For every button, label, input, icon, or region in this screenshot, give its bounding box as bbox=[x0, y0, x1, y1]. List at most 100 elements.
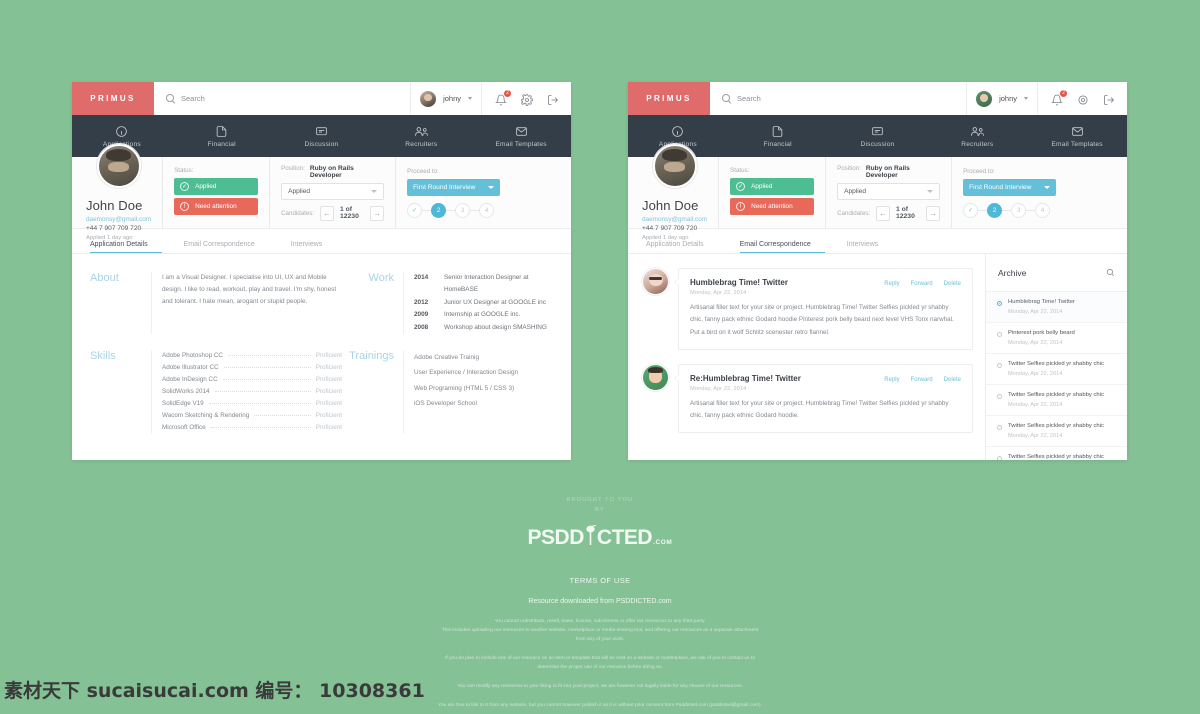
work-item: 2008 Workshop about design SMASHING bbox=[414, 322, 553, 334]
terms-paragraph-2: If you do plan to include one of our res… bbox=[0, 654, 1200, 672]
tab-interviews[interactable]: Interviews bbox=[291, 241, 337, 253]
archive-item[interactable]: Pinterest pork belly beard Monday, Apr 22… bbox=[986, 323, 1127, 354]
terms-line: from any of your work. bbox=[575, 637, 625, 642]
chevron-down-icon bbox=[1024, 97, 1028, 100]
nav-item-discussion[interactable]: Discussion bbox=[828, 115, 928, 157]
notification-badge: 2 bbox=[1060, 89, 1067, 97]
work-desc: Junior UX Designer at GOOGLE inc bbox=[444, 298, 546, 306]
logout-icon[interactable] bbox=[1103, 93, 1115, 105]
search-bar[interactable]: Search bbox=[710, 82, 968, 115]
skill-name: Adobe Photoshop CC bbox=[162, 352, 223, 360]
work-heading: Work bbox=[368, 272, 394, 284]
tab-application-details[interactable]: Application Details bbox=[646, 241, 718, 253]
nav-item-email-templates[interactable]: Email Templates bbox=[1027, 115, 1127, 157]
application-details-window: PRIMUS Search johny 2 Financial Discussi… bbox=[72, 82, 571, 460]
archive-item[interactable]: Twitter Selfies pickled yr shabby chicMo… bbox=[986, 416, 1127, 447]
search-bar[interactable]: Search bbox=[154, 82, 412, 115]
status-caption: Status: bbox=[174, 167, 194, 174]
skill-level: Proficient bbox=[315, 352, 342, 360]
stage-select-value: Applied bbox=[844, 187, 867, 195]
forward-link[interactable]: Forward bbox=[911, 377, 933, 383]
delete-link[interactable]: Delete bbox=[944, 281, 961, 287]
candidate-phone: +44 7 907 709 720 bbox=[642, 225, 698, 232]
archive-item[interactable]: Twitter Selfies pickled yr shabby chicMo… bbox=[986, 354, 1127, 385]
nav-item-financial[interactable]: Financial bbox=[172, 115, 272, 157]
step-1[interactable]: ✓ bbox=[407, 202, 423, 218]
step-4[interactable]: 4 bbox=[479, 202, 495, 218]
tab-email-correspondence[interactable]: Email Correspondence bbox=[184, 241, 269, 253]
position-cell: Position: Ruby on Rails Developer Applie… bbox=[825, 157, 951, 228]
step-2[interactable]: 2 bbox=[987, 202, 1003, 218]
status-applied-button[interactable]: ✓ Applied bbox=[730, 178, 815, 195]
terms-heading: TERMS OF USE bbox=[569, 575, 631, 585]
tab-email-correspondence[interactable]: Email Correspondence bbox=[739, 241, 825, 253]
logout-icon[interactable] bbox=[547, 93, 559, 105]
skills-block: Skills Adobe Photoshop CC Proficient Adob… bbox=[90, 350, 342, 435]
archive-item[interactable]: Humblebrag Time! Twitter Monday, Apr 22, … bbox=[986, 292, 1127, 323]
proceed-caption: Proceed to: bbox=[963, 167, 995, 175]
work-item: 2014 Senior Interaction Designer at HomeB… bbox=[414, 272, 553, 297]
status-attention-button[interactable]: ! Need attention bbox=[174, 198, 259, 215]
mail-body: Artisanal filler text for your site or p… bbox=[690, 304, 954, 336]
gear-icon[interactable] bbox=[1077, 93, 1089, 105]
archive-item[interactable]: Twitter Selfies pickled yr shabby chicMo… bbox=[986, 385, 1127, 416]
psddicted-logo: PSDD CTED .COM bbox=[528, 522, 673, 550]
training-item: Web Programing (HTML 5 / CSS 3) bbox=[414, 384, 515, 392]
prev-candidate-button[interactable]: ← bbox=[320, 205, 334, 221]
leader-dots bbox=[210, 426, 311, 428]
nav-item-discussion[interactable]: Discussion bbox=[272, 115, 372, 157]
step-3[interactable]: 3 bbox=[455, 202, 471, 218]
tab-interviews[interactable]: Interviews bbox=[847, 241, 893, 253]
page-root: PRIMUS Search johny 2 Financial Discussi… bbox=[0, 0, 1200, 714]
step-link bbox=[1026, 209, 1036, 211]
nav-item-email-templates[interactable]: Email Templates bbox=[471, 115, 571, 157]
stage-select[interactable]: Applied bbox=[281, 182, 385, 200]
proceed-select[interactable]: First Round Interview bbox=[407, 178, 501, 196]
next-candidate-button[interactable]: → bbox=[926, 205, 941, 221]
delete-link[interactable]: Delete bbox=[944, 377, 961, 383]
user-menu[interactable]: johny bbox=[411, 82, 482, 115]
next-candidate-button[interactable]: → bbox=[370, 205, 385, 221]
training-item: User Experience / Interaction Design bbox=[414, 369, 519, 377]
nav-item-financial[interactable]: Financial bbox=[728, 115, 828, 157]
bell-icon[interactable]: 2 bbox=[495, 89, 511, 105]
status-applied-button[interactable]: ✓ Applied bbox=[174, 178, 259, 195]
step-2[interactable]: 2 bbox=[431, 202, 447, 218]
archive-date: Monday, Apr 22, 2014 bbox=[1008, 339, 1063, 346]
candidate-email[interactable]: daemonsy@gmail.com bbox=[86, 216, 151, 223]
archive-item[interactable]: Twitter Selfies pickled yr shabby chicMo… bbox=[986, 447, 1127, 460]
work-year: 2012 bbox=[414, 298, 429, 306]
step-link bbox=[978, 209, 988, 211]
bell-icon[interactable]: 2 bbox=[1051, 89, 1067, 105]
leader-dots bbox=[227, 354, 311, 356]
step-3[interactable]: 3 bbox=[1011, 202, 1027, 218]
gear-icon[interactable] bbox=[521, 93, 533, 106]
candidate-email[interactable]: daemonsy@gmail.com bbox=[642, 216, 707, 223]
forward-link[interactable]: Forward bbox=[911, 281, 933, 287]
status-attention-button[interactable]: ! Need attention bbox=[730, 198, 815, 215]
archive-search-icon[interactable] bbox=[1106, 264, 1115, 282]
user-menu[interactable]: johny bbox=[967, 82, 1038, 115]
reply-link[interactable]: Reply bbox=[884, 377, 899, 383]
mail-message: Re:Humblebrag Time! Twitter Reply Forwar… bbox=[642, 363, 973, 434]
mail-subject: Humblebrag Time! Twitter bbox=[690, 278, 788, 287]
archive-panel: Archive Humblebrag Time! Twitter Monday, … bbox=[985, 254, 1127, 460]
email-correspondence-window: PRIMUS Search johny 2 Financial Discussi… bbox=[628, 82, 1127, 460]
trainings-heading: Trainings bbox=[349, 350, 394, 363]
step-1[interactable]: ✓ bbox=[963, 202, 979, 218]
reply-link[interactable]: Reply bbox=[884, 281, 899, 287]
status-applied-label: Applied bbox=[195, 183, 217, 190]
status-cell: Status: ✓ Applied ! Need attention bbox=[162, 157, 269, 228]
nav-item-recruiters[interactable]: Recruiters bbox=[371, 115, 471, 157]
archive-date: Monday, Apr 22, 2014 bbox=[1008, 401, 1063, 408]
proceed-cell: Proceed to: First Round Interview ✓ 2 3 … bbox=[395, 157, 511, 228]
skill-name: Adobe InDesign CC bbox=[162, 376, 218, 384]
stage-select[interactable]: Applied bbox=[837, 182, 941, 200]
mail-subject: Re:Humblebrag Time! Twitter bbox=[690, 373, 801, 383]
leader-dots bbox=[214, 390, 311, 392]
proceed-select[interactable]: First Round Interview bbox=[963, 178, 1057, 196]
prev-candidate-button[interactable]: ← bbox=[876, 205, 890, 221]
step-4[interactable]: 4 bbox=[1035, 202, 1051, 218]
nav-item-recruiters[interactable]: Recruiters bbox=[927, 115, 1027, 157]
tab-application-details[interactable]: Application Details bbox=[90, 241, 162, 253]
